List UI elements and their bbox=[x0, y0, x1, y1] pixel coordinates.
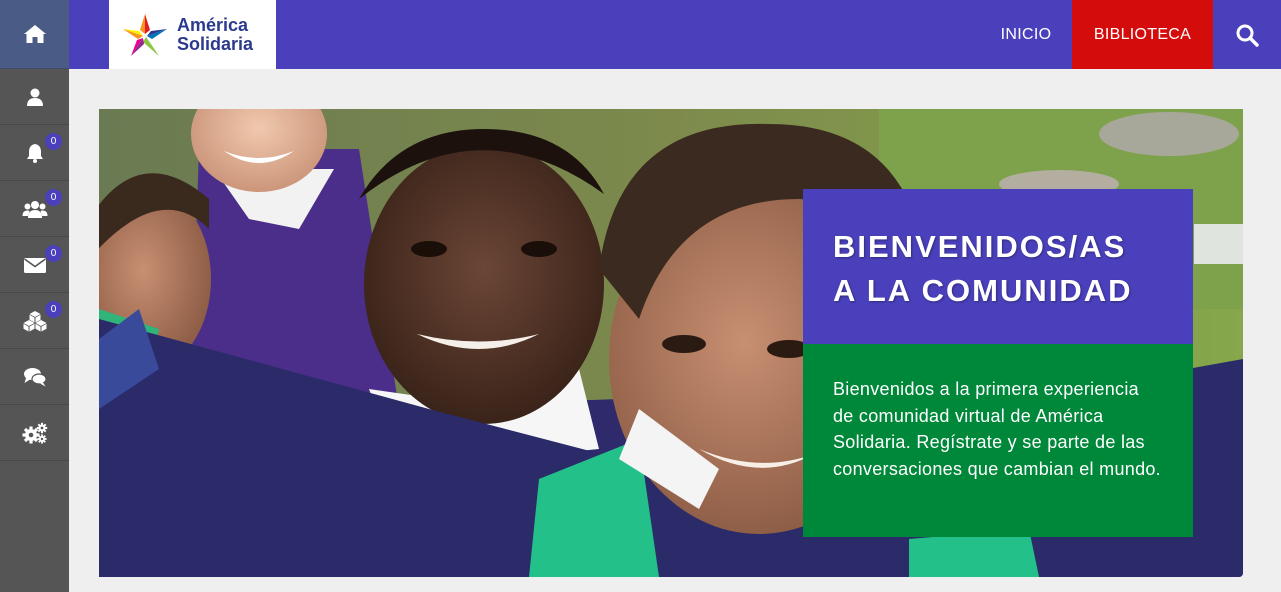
nav-biblioteca[interactable]: BIBLIOTECA bbox=[1072, 0, 1213, 69]
user-icon bbox=[26, 88, 43, 106]
sidebar-item-settings[interactable] bbox=[0, 405, 69, 461]
sidebar: 0 0 0 0 bbox=[0, 0, 69, 592]
hero-banner: BIENVENIDOS/AS A LA COMUNIDAD Bienvenido… bbox=[99, 109, 1243, 577]
messages-badge: 0 bbox=[45, 245, 62, 262]
sidebar-item-groups[interactable]: 0 bbox=[0, 181, 69, 237]
envelope-icon bbox=[23, 257, 46, 273]
sidebar-item-resources[interactable]: 0 bbox=[0, 293, 69, 349]
search-icon bbox=[1236, 24, 1259, 47]
bell-icon bbox=[26, 143, 43, 163]
welcome-title: BIENVENIDOS/AS A LA COMUNIDAD bbox=[803, 189, 1193, 344]
sidebar-item-messages[interactable]: 0 bbox=[0, 237, 69, 293]
nav-inicio[interactable]: INICIO bbox=[979, 0, 1073, 69]
search-button[interactable] bbox=[1213, 0, 1281, 69]
star-logo-icon bbox=[123, 13, 167, 56]
logo-line-2: Solidaria bbox=[177, 33, 254, 54]
cubes-icon bbox=[23, 310, 46, 331]
users-icon bbox=[22, 200, 47, 218]
top-navbar: América Solidaria INICIO BIBLIOTECA bbox=[69, 0, 1281, 69]
home-button[interactable] bbox=[0, 0, 69, 69]
groups-badge: 0 bbox=[45, 189, 62, 206]
welcome-description: Bienvenidos a la primera experiencia de … bbox=[803, 344, 1193, 537]
sidebar-item-forum[interactable] bbox=[0, 349, 69, 405]
sidebar-item-profile[interactable] bbox=[0, 69, 69, 125]
resources-badge: 0 bbox=[45, 301, 62, 318]
chat-icon bbox=[23, 367, 47, 386]
logo-text: América Solidaria bbox=[177, 14, 254, 54]
welcome-title-line-1: BIENVENIDOS/AS bbox=[833, 229, 1127, 264]
home-icon bbox=[23, 25, 46, 43]
logo-line-1: América bbox=[177, 14, 249, 35]
site-logo[interactable]: América Solidaria bbox=[109, 0, 276, 69]
gears-icon bbox=[22, 422, 47, 444]
notifications-badge: 0 bbox=[45, 133, 62, 150]
sidebar-item-notifications[interactable]: 0 bbox=[0, 125, 69, 181]
welcome-title-line-2: A LA COMUNIDAD bbox=[833, 273, 1133, 308]
